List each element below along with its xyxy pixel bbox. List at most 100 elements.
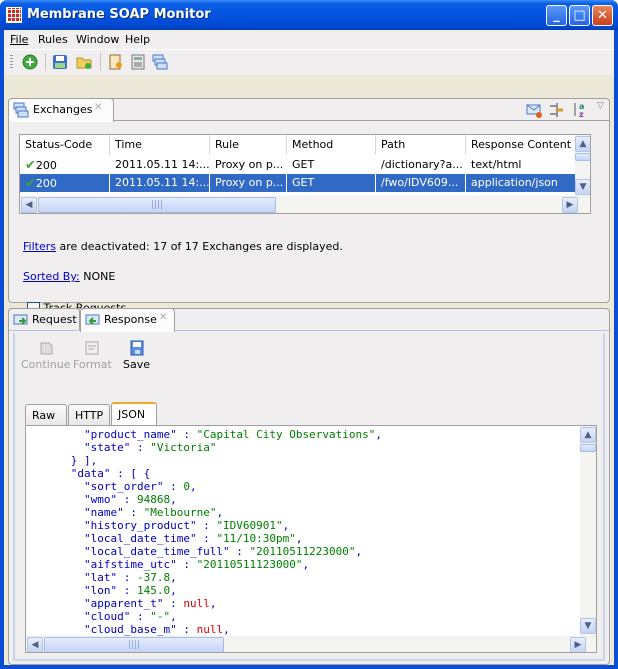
json-key: "lat" : — [31, 571, 137, 584]
column-header[interactable]: Path — [376, 135, 466, 155]
window-title: Membrane SOAP Monitor — [27, 7, 211, 22]
scroll-up-icon[interactable]: ▲ — [575, 136, 590, 152]
json-line: } ], — [31, 454, 98, 467]
continue-icon — [40, 342, 53, 355]
table-vertical-scrollbar[interactable]: ▲ ▼ — [575, 135, 590, 197]
json-line: "data" : [ { — [31, 467, 382, 480]
json-key: "product_name" : — [31, 428, 197, 441]
column-header[interactable]: Status-Code — [20, 135, 110, 155]
sorted-by-link[interactable]: Sorted By: — [23, 270, 80, 283]
json-line: "cloud" : "-", — [31, 610, 177, 623]
json-key: "apparent_t" : — [31, 597, 184, 610]
save-message-button[interactable]: Save — [123, 340, 150, 371]
column-header[interactable]: Method — [287, 135, 376, 155]
column-header[interactable]: Response Content Type — [466, 135, 578, 155]
json-vertical-scrollbar[interactable]: ▲ ▼ — [580, 426, 596, 636]
scroll-thumb[interactable] — [575, 153, 590, 161]
json-value: 94868 — [136, 493, 171, 506]
response-icon — [85, 314, 100, 325]
tab-raw[interactable]: Raw — [25, 404, 67, 425]
json-key: "history_product" : — [31, 519, 217, 532]
json-viewer[interactable]: "product_name" : "Capital City Observati… — [25, 425, 597, 653]
menu-bar: File Rules Window Help — [4, 30, 614, 50]
close-tab-icon[interactable]: ✕ — [94, 102, 102, 113]
scroll-up-icon[interactable]: ▲ — [580, 427, 596, 443]
collapse-button[interactable] — [549, 102, 565, 121]
json-value: "Capital City Observations" — [196, 428, 376, 441]
exchanges-icon — [13, 102, 29, 118]
table-row-selected[interactable]: ✔200 2011.05.11 14:... Proxy on p... GET… — [20, 174, 575, 192]
open-folder-button[interactable] — [76, 54, 92, 70]
tab-exchanges[interactable]: Exchanges ✕ — [8, 98, 114, 122]
json-key: "wmo" : — [31, 493, 137, 506]
json-value: "20110511223000" — [249, 545, 356, 558]
column-header[interactable]: Rule — [210, 135, 287, 155]
json-value: 145.0 — [136, 584, 171, 597]
menu-rules[interactable]: Rules — [38, 33, 68, 46]
tab-http[interactable]: HTTP — [68, 404, 110, 425]
scroll-thumb[interactable] — [580, 444, 596, 452]
menu-help[interactable]: Help — [125, 33, 150, 46]
remove-message-icon — [526, 104, 542, 118]
json-key: "state" : — [31, 441, 151, 454]
tab-response[interactable]: Response ✕ — [80, 308, 175, 332]
json-key: "name" : — [31, 506, 144, 519]
json-key: "local_date_time_full" : — [31, 545, 250, 558]
json-key: "cloud" : — [31, 610, 151, 623]
svg-text:z: z — [579, 110, 584, 118]
menu-file[interactable]: File — [10, 33, 28, 46]
scroll-right-icon[interactable]: ▶ — [570, 637, 586, 652]
minimize-button[interactable]: _ — [546, 5, 567, 26]
scroll-left-icon[interactable]: ◀ — [27, 637, 43, 652]
tab-request[interactable]: Request — [8, 308, 80, 330]
scroll-left-icon[interactable]: ◀ — [21, 197, 37, 213]
remove-message-button[interactable] — [526, 102, 542, 121]
close-tab-icon[interactable]: ✕ — [159, 312, 167, 323]
check-icon: ✔ — [25, 176, 36, 191]
format-button[interactable]: Format — [73, 340, 112, 371]
client-area: File Rules Window Help Exchanges ✕ a z ▽… — [4, 30, 614, 665]
json-key: "cloud_base_m" : — [31, 623, 197, 636]
column-header[interactable]: Time — [110, 135, 210, 155]
calculator-icon — [131, 54, 145, 70]
json-value: "Victoria" — [150, 441, 217, 454]
json-value: "11/10:30pm" — [216, 532, 296, 545]
tab-json[interactable]: JSON — [111, 402, 157, 426]
save-button[interactable] — [52, 54, 68, 70]
json-key: "data" : — [31, 467, 131, 480]
scroll-thumb[interactable]: |||| — [44, 637, 224, 652]
table-horizontal-scrollbar[interactable]: ◀ |||| ▶ — [20, 196, 590, 213]
close-icon: ✕ — [597, 8, 608, 23]
json-horizontal-scrollbar[interactable]: ◀ |||| ▶ — [26, 636, 596, 652]
maximize-button[interactable]: □ — [569, 5, 590, 26]
view-menu-icon[interactable]: ▽ — [597, 101, 604, 111]
toolbar-grip[interactable] — [10, 55, 13, 69]
filter-status: Filters are deactivated: 17 of 17 Exchan… — [23, 240, 343, 253]
format-icon — [85, 341, 99, 355]
close-button[interactable]: ✕ — [592, 5, 613, 26]
json-line: "cloud_base_m" : null, — [31, 623, 230, 636]
scroll-down-icon[interactable]: ▼ — [575, 179, 590, 195]
json-line: "sort_order" : 0, — [31, 480, 197, 493]
json-line: "state" : "Victoria" — [31, 441, 382, 454]
filters-link[interactable]: Filters — [23, 240, 56, 253]
calculator-button[interactable] — [130, 54, 146, 70]
continue-button[interactable]: Continue — [21, 340, 70, 371]
minimize-icon: _ — [553, 8, 560, 23]
json-line: "apparent_t" : null, — [31, 597, 217, 610]
sort-button[interactable]: az — [572, 102, 588, 121]
table-row[interactable]: ✔200 2011.05.11 14:... Proxy on p... GET… — [20, 156, 575, 174]
app-window: Membrane SOAP Monitor _ □ ✕ File Rules W… — [0, 0, 618, 669]
json-value: "-" — [150, 610, 171, 623]
scroll-down-icon[interactable]: ▼ — [580, 618, 596, 634]
add-rule-button[interactable] — [22, 54, 38, 70]
title-bar[interactable]: Membrane SOAP Monitor _ □ ✕ — [0, 0, 618, 30]
windows-button[interactable] — [152, 54, 168, 70]
scroll-thumb[interactable]: |||| — [38, 197, 276, 213]
scroll-right-icon[interactable]: ▶ — [562, 197, 578, 213]
edit-key-button[interactable] — [108, 54, 124, 70]
json-line: "local_date_time_full" : "20110511223000… — [31, 545, 363, 558]
check-icon: ✔ — [25, 158, 36, 173]
menu-window[interactable]: Window — [76, 33, 119, 46]
json-line: "lat" : -37.8, — [31, 571, 177, 584]
